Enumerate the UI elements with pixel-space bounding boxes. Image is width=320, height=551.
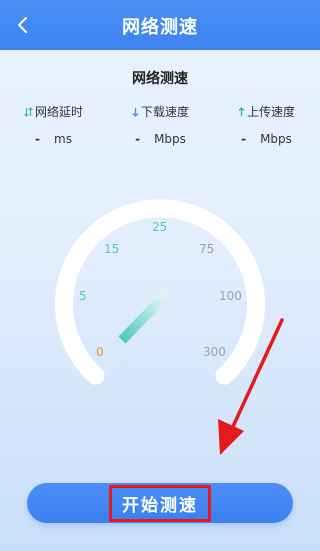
metric-upload: 上传速度 - Mbps	[213, 103, 320, 146]
start-test-label: 开始测速	[109, 484, 211, 522]
gauge-tick: 5	[79, 289, 87, 303]
speedtest-title: 网络测速	[132, 71, 188, 87]
metric-latency: 网络延时 - ms	[0, 103, 107, 146]
metric-download-unit: Mbps	[154, 132, 186, 146]
gauge-tick: 100	[219, 289, 242, 303]
page-title: 网络测速	[122, 17, 198, 38]
upload-arrow-icon	[238, 106, 245, 116]
metric-upload-value: -	[241, 132, 247, 146]
start-test-button[interactable]: 开始测速	[27, 483, 293, 523]
metric-latency-label: 网络延时	[34, 105, 83, 119]
app-header: 网络测速	[0, 0, 320, 50]
gauge-tick: 15	[104, 242, 120, 256]
gauge-tick: 75	[199, 242, 215, 256]
metric-download-label: 下载速度	[140, 105, 189, 119]
updown-arrows-icon	[24, 106, 33, 117]
metric-download-value: -	[135, 132, 141, 146]
metric-upload-label: 上传速度	[246, 105, 295, 119]
gauge-tick: 0	[96, 345, 104, 359]
gauge-needle	[118, 293, 168, 344]
metric-latency-value: -	[35, 132, 41, 146]
metric-download: 下载速度 - Mbps	[107, 103, 214, 146]
gauge-tick: 25	[152, 220, 168, 234]
download-arrow-icon	[132, 107, 139, 117]
metric-upload-unit: Mbps	[260, 132, 292, 146]
red-arrow-annotation	[218, 318, 284, 455]
metric-latency-unit: ms	[54, 132, 72, 146]
